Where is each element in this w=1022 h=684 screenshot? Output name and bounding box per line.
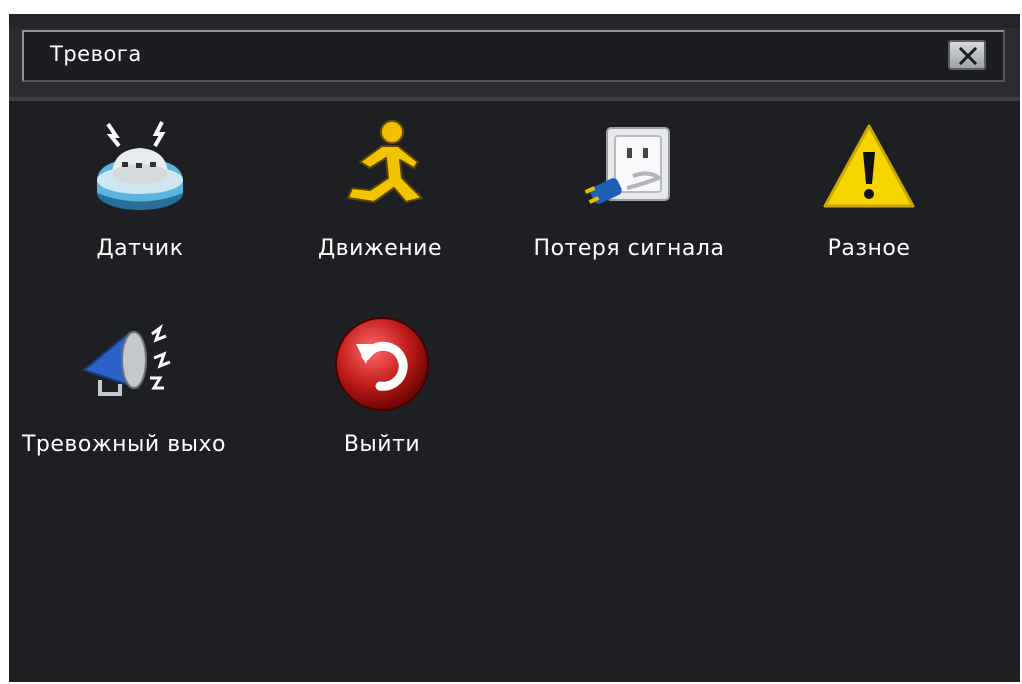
menu-item-label: Тревожный выхо (21, 432, 227, 457)
alarm-window: Тревога Датчик Движение Потеря сигнала Р… (9, 14, 1020, 682)
exit-undo-icon (332, 314, 432, 414)
title-divider (9, 97, 1020, 101)
close-button[interactable] (948, 40, 986, 70)
menu-item-alarm-output[interactable]: Тревожный выхо (9, 314, 239, 464)
menu-item-exit[interactable]: Выйти (267, 314, 497, 464)
menu-item-sensor[interactable]: Датчик (25, 118, 255, 268)
window-title: Тревога (50, 42, 142, 66)
menu-item-label: Датчик (96, 236, 184, 261)
close-x-icon (958, 46, 978, 66)
title-box: Тревога (22, 30, 1005, 82)
running-man-icon (330, 118, 430, 218)
smoke-sensor-icon (90, 118, 190, 218)
unplugged-socket-icon (579, 118, 679, 218)
menu-item-label: Движение (317, 236, 443, 261)
warning-triangle-icon (819, 118, 919, 218)
top-strip (9, 14, 1020, 28)
megaphone-icon (74, 314, 174, 414)
menu-item-label: Разное (827, 236, 911, 261)
menu-item-motion[interactable]: Движение (265, 118, 495, 268)
menu-item-signal-loss[interactable]: Потеря сигнала (514, 118, 744, 268)
menu-item-misc[interactable]: Разное (754, 118, 984, 268)
menu-item-label: Выйти (343, 432, 421, 457)
title-bar: Тревога (9, 28, 1020, 101)
menu-item-label: Потеря сигнала (533, 236, 725, 261)
